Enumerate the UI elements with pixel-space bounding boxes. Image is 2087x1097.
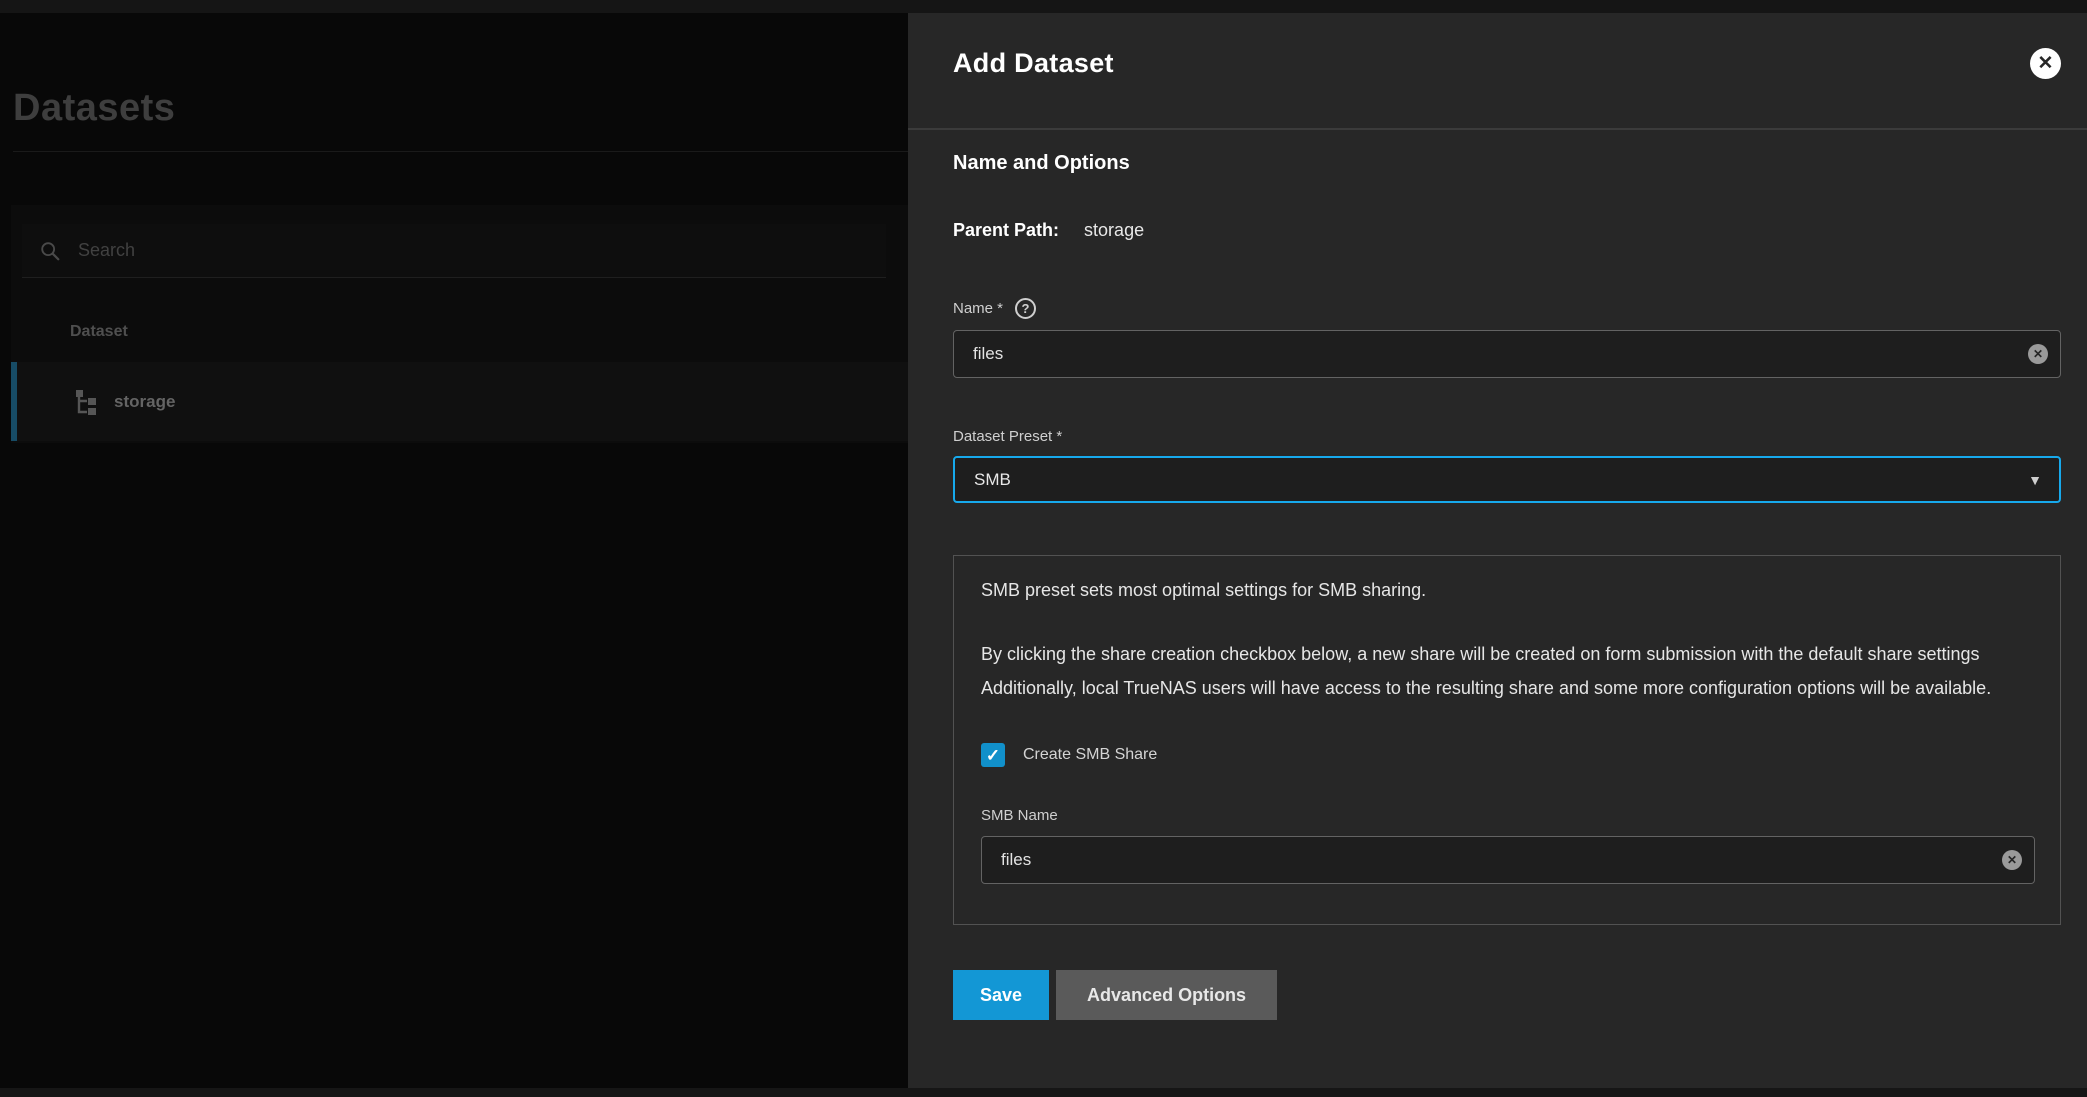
dataset-row-label: storage [114,392,175,412]
info-text-1: SMB preset sets most optimal settings fo… [981,580,2033,601]
dataset-preset-value: SMB [974,470,1011,490]
search-icon [39,240,61,262]
dataset-tree-icon [73,388,100,415]
parent-path: Parent Path: storage [953,220,2061,241]
save-button[interactable]: Save [953,970,1049,1020]
column-header-dataset[interactable]: Dataset [70,323,128,341]
add-dataset-panel: Add Dataset ✕ Name and Options Parent Pa… [908,13,2087,1088]
parent-path-value: storage [1084,220,1144,240]
name-clear-button[interactable]: ✕ [2028,344,2048,364]
search-box[interactable] [22,224,886,278]
info-text-2: By clicking the share creation checkbox … [981,637,2026,705]
panel-header: Add Dataset ✕ [908,13,2087,128]
screen: Datasets Dataset storage [0,13,2087,1088]
title-divider [13,151,908,152]
clear-icon: ✕ [2007,854,2017,866]
datasets-tree-card: Dataset storage [11,205,908,443]
smb-preset-info-box: SMB preset sets most optimal settings fo… [953,555,2061,925]
check-icon: ✓ [986,747,1000,764]
window-bottom-edge [0,1088,2087,1097]
panel-body: Name and Options Parent Path: storage Na… [908,130,2087,1020]
help-icon[interactable]: ? [1015,298,1036,319]
checkbox-checked-icon[interactable]: ✓ [981,743,1005,767]
name-field-label-row: Name * ? [953,298,2061,319]
page-title: Datasets [13,87,175,130]
create-smb-share-checkbox-row[interactable]: ✓ Create SMB Share [981,743,2033,767]
name-input[interactable] [953,330,2061,378]
preset-field-label: Dataset Preset * [953,428,1062,445]
datasets-page-dimmed: Datasets Dataset storage [0,13,908,1088]
smb-name-input[interactable] [981,836,2035,884]
preset-field-label-row: Dataset Preset * [953,428,2061,445]
form-actions: Save Advanced Options [953,970,2061,1020]
create-smb-share-label: Create SMB Share [1023,746,1157,764]
parent-path-label: Parent Path: [953,220,1059,240]
window-top-edge [0,0,2087,13]
chevron-down-icon: ▼ [2028,472,2042,488]
close-button[interactable]: ✕ [2030,48,2061,79]
clear-icon: ✕ [2033,348,2043,360]
section-title: Name and Options [953,152,2061,175]
dataset-preset-select[interactable]: SMB ▼ [953,456,2061,503]
smb-name-input-wrap: ✕ [981,836,2035,884]
close-icon: ✕ [2038,54,2054,73]
advanced-options-button[interactable]: Advanced Options [1056,970,1277,1020]
smb-name-label: SMB Name [981,807,2033,824]
name-input-wrap: ✕ [953,330,2061,378]
smb-name-clear-button[interactable]: ✕ [2002,850,2022,870]
selected-row-indicator [11,362,17,441]
dataset-row-storage[interactable]: storage [11,362,908,441]
panel-title: Add Dataset [953,48,1114,79]
search-input[interactable] [78,240,886,261]
name-field-label: Name * [953,300,1003,317]
